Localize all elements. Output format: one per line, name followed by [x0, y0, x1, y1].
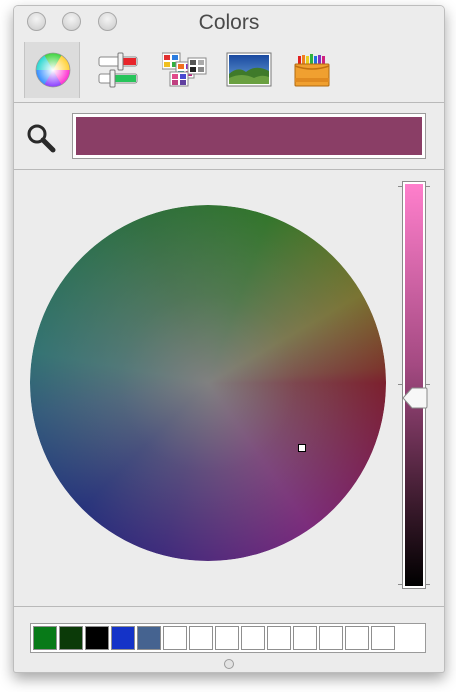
slider-tick — [398, 584, 402, 585]
color-wheel-tool[interactable] — [24, 42, 80, 98]
resize-handle[interactable] — [224, 659, 234, 669]
colors-window: Colors — [13, 5, 445, 673]
empty-favorite-slot[interactable] — [241, 626, 265, 650]
slider-tick — [426, 384, 430, 385]
empty-favorite-slot[interactable] — [319, 626, 343, 650]
brightness-thumb[interactable] — [402, 386, 428, 410]
title-bar: Colors — [14, 6, 444, 38]
sliders-icon — [98, 52, 138, 88]
slider-tick — [398, 384, 402, 385]
favorite-color-swatch[interactable] — [137, 626, 161, 650]
empty-favorite-slot[interactable] — [215, 626, 239, 650]
color-wheel-icon — [35, 52, 71, 88]
crayons-tool[interactable] — [282, 42, 338, 98]
crayons-icon — [294, 54, 330, 87]
brightness-slider[interactable] — [402, 181, 426, 589]
color-palettes-tool[interactable] — [152, 42, 208, 98]
palettes-icon — [162, 52, 207, 87]
favorite-color-swatch[interactable] — [85, 626, 109, 650]
toolbar — [14, 38, 444, 103]
favorite-color-swatch[interactable] — [59, 626, 83, 650]
favorite-color-swatch[interactable] — [111, 626, 135, 650]
slider-tick — [398, 186, 402, 187]
empty-favorite-slot[interactable] — [345, 626, 369, 650]
color-wheel[interactable] — [30, 205, 386, 561]
image-icon — [226, 52, 272, 87]
slider-tick — [426, 186, 430, 187]
search-area — [14, 103, 444, 170]
window-title: Colors — [198, 11, 260, 34]
empty-favorite-slot[interactable] — [189, 626, 213, 650]
favorites-bar — [14, 606, 444, 672]
slider-tick — [426, 584, 430, 585]
color-wheel-saturation — [30, 205, 386, 561]
empty-favorite-slot[interactable] — [163, 626, 187, 650]
empty-favorite-slot[interactable] — [267, 626, 291, 650]
brightness-gradient — [405, 184, 423, 586]
image-palettes-tool[interactable] — [216, 42, 272, 98]
magnifier-icon[interactable] — [26, 123, 56, 153]
favorite-color-swatch[interactable] — [33, 626, 57, 650]
color-wheel-cursor[interactable] — [298, 444, 306, 452]
empty-favorite-slot[interactable] — [293, 626, 317, 650]
current-color-swatch[interactable] — [72, 113, 426, 159]
favorite-swatches — [30, 623, 426, 653]
current-color-fill — [76, 117, 422, 155]
color-sliders-tool[interactable] — [88, 42, 144, 98]
empty-favorite-slot[interactable] — [371, 626, 395, 650]
